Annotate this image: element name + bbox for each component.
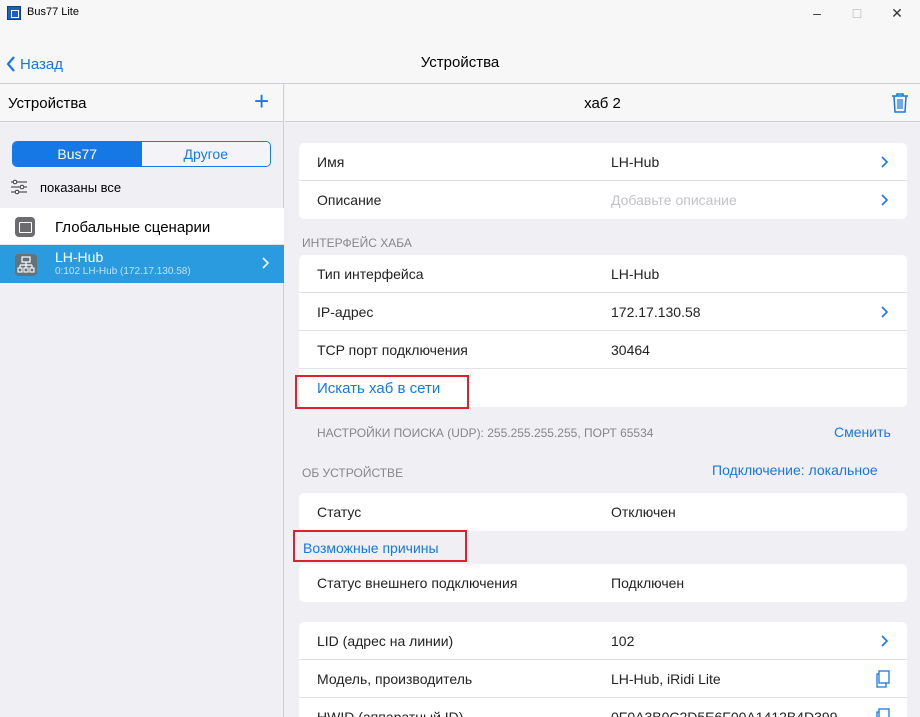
row-label: Тип интерфейса: [317, 266, 424, 282]
devices-list: Глобальные сценарии LH-Hub 0:102 LH-Hub …: [0, 208, 284, 283]
devices-sidebar: Bus77 Другое показаны все Глобальные сце…: [0, 122, 284, 717]
chevron-right-icon: [881, 194, 889, 206]
chevron-right-icon: [262, 257, 270, 269]
navigation-bar: Устройства Назад: [0, 28, 920, 84]
devices-panel-title: Устройства: [8, 95, 87, 112]
list-item-subtitle: 0:102 LH-Hub (172.17.130.58): [55, 266, 191, 277]
chevron-right-icon: [881, 306, 889, 318]
row-label: Статус внешнего подключения: [317, 575, 518, 591]
folder-icon: [15, 217, 35, 237]
row-label: Описание: [317, 192, 382, 208]
lid-row[interactable]: LID (адрес на линии) 102: [299, 622, 907, 660]
interface-type-row: Тип интерфейса LH-Hub: [299, 255, 907, 293]
external-status-row: Статус внешнего подключения Подключен: [299, 564, 907, 602]
nav-title: Устройства: [420, 54, 500, 71]
back-button[interactable]: Назад: [6, 54, 63, 74]
device-detail-header: хаб 2: [285, 84, 920, 122]
filter-status-text: показаны все: [40, 180, 122, 195]
row-label: Модель, производитель: [317, 671, 473, 687]
row-label: Имя: [317, 154, 345, 170]
window-titlebar: Bus77 Lite – □ ✕: [0, 0, 920, 28]
search-settings-text: НАСТРОЙКИ ПОИСКА (UDP): 255.255.255.255,…: [317, 426, 654, 440]
back-label: Назад: [20, 55, 63, 73]
chevron-left-icon: [6, 56, 15, 72]
add-device-button[interactable]: +: [254, 88, 269, 114]
row-value: LH-Hub, iRidi Lite: [611, 671, 721, 687]
status-card: Статус Отключен: [299, 493, 907, 531]
chevron-right-icon: [881, 156, 889, 168]
row-value: Отключен: [611, 504, 676, 520]
device-detail-panel: Имя LH-Hub Описание Добавьте описание ИН…: [285, 122, 920, 717]
filter-icon[interactable]: [10, 179, 28, 195]
segment-bus77[interactable]: Bus77: [13, 142, 142, 166]
name-row[interactable]: Имя LH-Hub: [299, 143, 907, 181]
model-row: Модель, производитель LH-Hub, iRidi Lite: [299, 660, 907, 698]
change-search-settings-link[interactable]: Сменить: [834, 424, 891, 440]
general-card: Имя LH-Hub Описание Добавьте описание: [299, 143, 907, 219]
app-icon: [7, 6, 21, 20]
devices-panel-header: Устройства +: [0, 84, 284, 122]
row-label: HWID (аппаратный ID): [317, 709, 464, 717]
segment-other[interactable]: Другое: [141, 142, 270, 166]
highlight-box: [293, 530, 467, 562]
list-item-label: Глобальные сценарии: [55, 219, 211, 236]
list-item-lh-hub[interactable]: LH-Hub 0:102 LH-Hub (172.17.130.58): [0, 245, 284, 283]
row-value: 30464: [611, 342, 650, 358]
row-label: LID (адрес на линии): [317, 633, 454, 649]
row-value: LH-Hub: [611, 266, 660, 282]
hwid-row: HWID (аппаратный ID) 0F0A3B0C2D5E6F00A14…: [299, 698, 907, 717]
network-hub-icon: [15, 254, 37, 276]
window-title: Bus77 Lite: [27, 6, 79, 18]
description-placeholder: Добавьте описание: [611, 192, 737, 208]
trash-icon[interactable]: [891, 92, 909, 114]
close-button[interactable]: ✕: [874, 0, 920, 28]
description-row[interactable]: Описание Добавьте описание: [299, 181, 907, 219]
external-status-card: Статус внешнего подключения Подключен: [299, 564, 907, 602]
row-label: IP-адрес: [317, 304, 374, 320]
tcp-port-row: TCP порт подключения 30464: [299, 331, 907, 369]
row-label: TCP порт подключения: [317, 342, 468, 358]
section-header-device: ОБ УСТРОЙСТВЕ: [302, 466, 404, 480]
row-value: Подключен: [611, 575, 685, 591]
row-label: Статус: [317, 504, 362, 520]
highlight-box: [295, 375, 469, 409]
device-type-segmented-control: Bus77 Другое: [12, 141, 271, 167]
row-value: 172.17.130.58: [611, 304, 701, 320]
chevron-right-icon: [881, 635, 889, 647]
ip-address-row[interactable]: IP-адрес 172.17.130.58: [299, 293, 907, 331]
status-row: Статус Отключен: [299, 493, 907, 531]
copy-icon[interactable]: [875, 670, 891, 688]
copy-icon[interactable]: [875, 708, 891, 717]
row-value: 0F0A3B0C2D5E6F00A1412B4D399: [611, 709, 838, 717]
device-detail-title: хаб 2: [584, 95, 621, 112]
section-header-interface: ИНТЕРФЕЙС ХАБА: [302, 236, 412, 250]
connection-mode-link[interactable]: Подключение: локальное: [712, 462, 878, 478]
row-value: 102: [611, 633, 635, 649]
list-item-label: LH-Hub: [55, 249, 104, 265]
list-item-global-scenarios[interactable]: Глобальные сценарии: [0, 208, 284, 245]
row-value: LH-Hub: [611, 154, 660, 170]
details-card: LID (адрес на линии) 102 Модель, произво…: [299, 622, 907, 717]
